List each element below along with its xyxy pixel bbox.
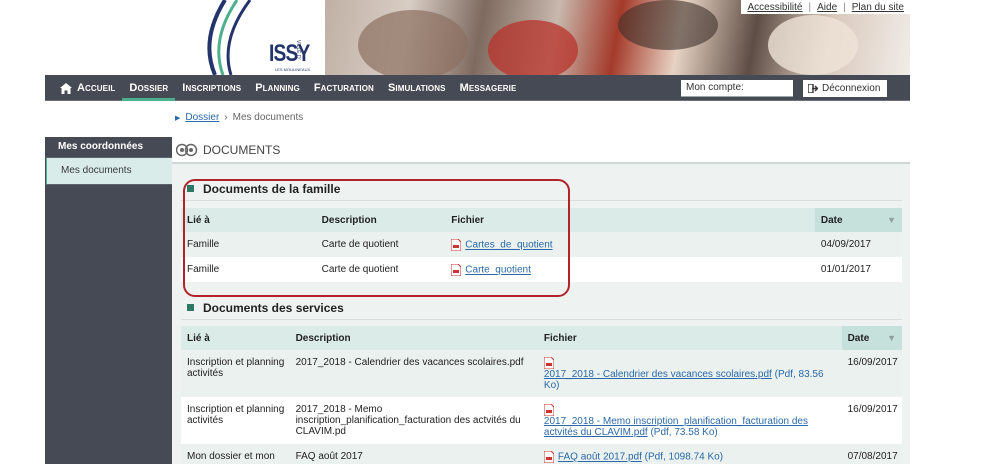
col-header-lie[interactable]: Lié à — [181, 326, 290, 350]
sort-down-icon[interactable]: ▼ — [887, 333, 896, 343]
city-logo[interactable]: VILLE D' ISSY LES MOULINEAUX — [195, 0, 325, 75]
page-title-text: DOCUMENTS — [203, 142, 281, 157]
sidebar-item-coordonnees[interactable]: Mes coordonnées — [45, 137, 172, 158]
logo-text: ISSY — [269, 40, 310, 67]
cell-file: 2017_2018 - Memo inscription_planificati… — [537, 397, 842, 444]
cell-date: 04/09/2017 — [814, 232, 902, 257]
table-row: Inscription et planning activités 2017_2… — [181, 397, 902, 444]
breadcrumb-current: Mes documents — [232, 112, 304, 123]
cell-file: FAQ août 2017.pdf (Pdf, 1098.74 Ko) — [537, 444, 842, 464]
documents-icon — [176, 143, 198, 156]
cell-date: 16/09/2017 — [841, 397, 902, 444]
account-button[interactable]: Mon compte: — [681, 80, 793, 97]
file-link[interactable]: 2017_2018 - Calendrier des vacances scol… — [544, 369, 772, 380]
services-documents-table: Lié à Description Fichier Date ▼ Inscript… — [181, 326, 902, 464]
nav-planning[interactable]: Planning — [248, 75, 307, 101]
services-section-title: Documents des services — [203, 300, 344, 315]
page-title: DOCUMENTS — [172, 137, 910, 164]
sitemap-link[interactable]: Plan du site — [852, 2, 904, 13]
cell-lie: Inscription et planning activités — [181, 350, 290, 397]
table-row: Inscription et planning activités 2017_2… — [181, 350, 902, 397]
nav-messagerie[interactable]: Messagerie — [453, 75, 524, 101]
col-header-date-label: Date — [820, 214, 843, 226]
logo-subtitle: LES MOULINEAUX — [275, 67, 311, 72]
header: VILLE D' ISSY LES MOULINEAUX Accessibili… — [45, 0, 910, 75]
page: VILLE D' ISSY LES MOULINEAUX Accessibili… — [0, 0, 1000, 464]
cell-date: 16/09/2017 — [841, 350, 902, 397]
nav-dossier[interactable]: Dossier — [122, 75, 176, 101]
cell-lie: Inscription et planning activités — [181, 397, 290, 444]
nav-accueil[interactable]: Accueil — [53, 75, 122, 101]
file-meta: (Pdf, 1098.74 Ko) — [644, 451, 724, 463]
breadcrumb-dossier-link[interactable]: Dossier — [185, 112, 219, 123]
col-header-description[interactable]: Description — [289, 326, 538, 350]
breadcrumb-arrow-icon: ▶ — [175, 114, 181, 122]
cell-date: 01/01/2017 — [814, 257, 902, 282]
sidebar: Mes coordonnées Mes documents — [45, 137, 172, 464]
accessibility-link[interactable]: Accessibilité — [747, 2, 802, 13]
pdf-icon — [543, 357, 554, 369]
home-icon — [60, 82, 72, 94]
services-documents-section: Documents des services Lié à Description… — [181, 296, 902, 464]
breadcrumb-separator-icon: › — [224, 112, 228, 123]
top-links: Accessibilité | Aide | Plan du site — [741, 0, 910, 14]
breadcrumb: ▶ Dossier › Mes documents — [175, 112, 303, 123]
sort-down-icon[interactable]: ▼ — [887, 215, 896, 225]
col-header-date-label: Date — [847, 332, 870, 344]
col-header-fichier[interactable]: Fichier — [537, 326, 842, 350]
cell-lie: Mon dossier et mon — [181, 444, 290, 464]
help-link[interactable]: Aide — [817, 2, 837, 13]
nav-facturation[interactable]: Facturation — [307, 75, 381, 101]
highlight-annotation — [183, 179, 570, 297]
logout-button[interactable]: Déconnexion — [803, 80, 887, 97]
section-bullet-icon — [187, 304, 194, 311]
cell-file: 2017_2018 - Calendrier des vacances scol… — [537, 350, 842, 397]
table-row: Mon dossier et mon FAQ août 2017 FAQ aoû… — [181, 444, 902, 464]
cell-description: 2017_2018 - Memo inscription_planificati… — [289, 397, 538, 444]
nav-accueil-label: Accueil — [77, 82, 116, 94]
col-header-date[interactable]: Date ▼ — [814, 208, 902, 232]
cell-description: 2017_2018 - Calendrier des vacances scol… — [289, 350, 538, 397]
logout-icon — [808, 84, 818, 93]
file-link[interactable]: FAQ août 2017.pdf — [558, 452, 642, 463]
pdf-icon — [543, 451, 554, 463]
file-meta: (Pdf, 73.58 Ko) — [650, 427, 718, 438]
sidebar-item-documents[interactable]: Mes documents — [46, 158, 172, 185]
main-nav: Accueil Dossier Inscriptions Planning Fa… — [45, 75, 910, 101]
breadcrumb-row: ▶ Dossier › Mes documents — [45, 101, 910, 137]
cell-description: FAQ août 2017 — [289, 444, 538, 464]
cell-date: 07/08/2017 — [841, 444, 902, 464]
services-section-heading: Documents des services — [181, 296, 902, 320]
col-header-date[interactable]: Date ▼ — [841, 326, 902, 350]
nav-inscriptions[interactable]: Inscriptions — [175, 75, 248, 101]
nav-simulations[interactable]: Simulations — [381, 75, 453, 101]
table-header-row: Lié à Description Fichier Date ▼ — [181, 326, 902, 350]
pdf-icon — [543, 404, 554, 416]
logout-label: Déconnexion — [822, 83, 881, 94]
